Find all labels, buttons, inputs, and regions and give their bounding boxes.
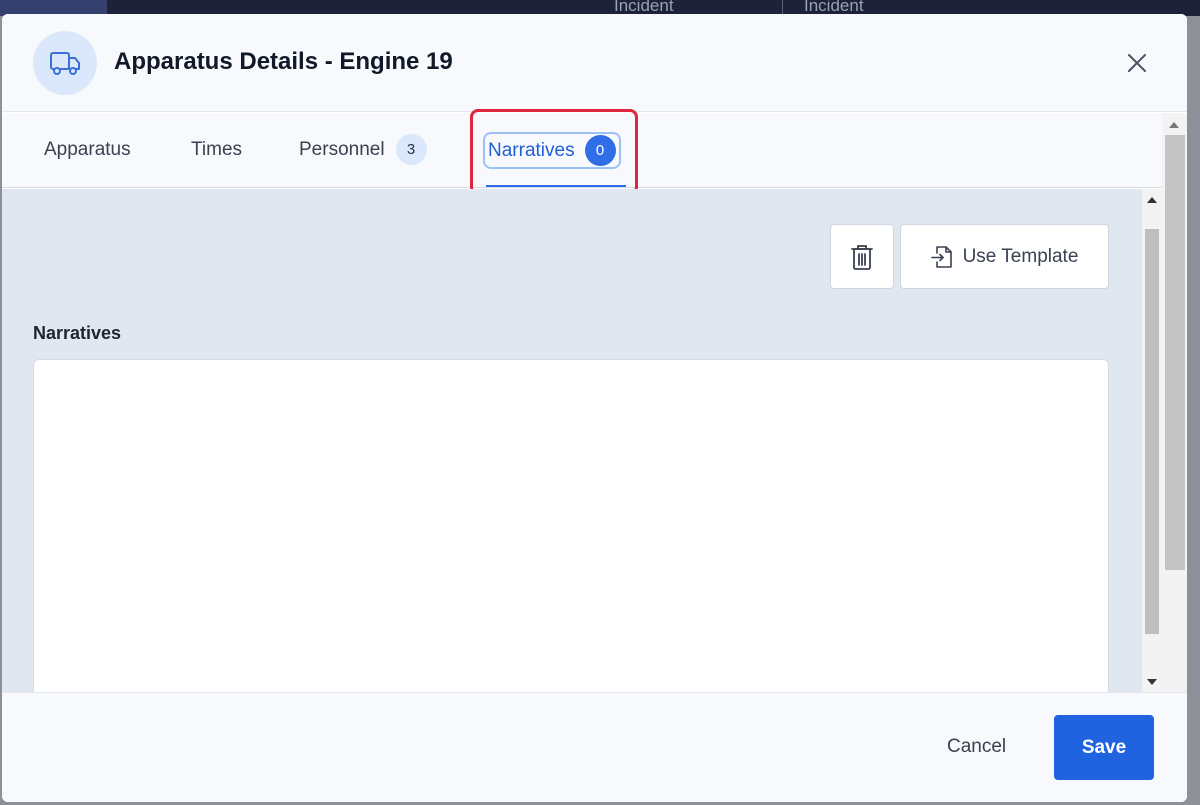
tab-times[interactable]: Times xyxy=(191,139,242,161)
scrollbar-thumb[interactable] xyxy=(1145,229,1159,634)
narratives-label: Narratives xyxy=(33,323,122,343)
scroll-down-arrow-icon[interactable] xyxy=(1147,679,1157,685)
tab-label: Narratives xyxy=(488,139,575,161)
tab-count-badge: 3 xyxy=(395,134,427,165)
save-button[interactable]: Save xyxy=(1054,715,1154,780)
cancel-button[interactable]: Cancel xyxy=(947,736,1006,758)
use-template-button[interactable]: Use Template xyxy=(900,224,1109,289)
tab-label: Times xyxy=(191,139,243,160)
content-scrollbar[interactable] xyxy=(1142,189,1162,693)
scroll-up-arrow-icon[interactable] xyxy=(1147,197,1157,203)
tab-count-badge: 0 xyxy=(584,135,616,166)
delete-button[interactable] xyxy=(830,224,894,289)
narratives-textarea[interactable] xyxy=(33,359,1109,699)
tab-personnel[interactable]: Personnel 3 xyxy=(299,134,427,165)
active-tab-indicator xyxy=(486,185,626,187)
tab-label: Apparatus xyxy=(44,139,131,160)
scroll-up-arrow-icon[interactable] xyxy=(1169,122,1179,128)
narratives-panel: Use Template Narratives xyxy=(2,189,1162,699)
tab-apparatus[interactable]: Apparatus xyxy=(44,139,131,161)
file-import-icon xyxy=(930,245,952,268)
trash-icon xyxy=(851,244,873,270)
modal-title: Apparatus Details - Engine 19 xyxy=(114,48,453,75)
modal-scrollbar[interactable] xyxy=(1162,113,1187,693)
modal-footer: Cancel Save xyxy=(2,692,1187,802)
truck-icon xyxy=(33,31,97,95)
close-icon[interactable] xyxy=(1124,50,1150,76)
tab-label: Personnel xyxy=(299,138,385,160)
apparatus-details-modal: Apparatus Details - Engine 19 Apparatus … xyxy=(2,14,1187,802)
background-divider xyxy=(782,0,783,14)
tab-bar: Apparatus Times Personnel 3 Narratives 0 xyxy=(2,109,1162,195)
tab-narratives[interactable]: Narratives 0 xyxy=(483,132,621,169)
use-template-label: Use Template xyxy=(962,245,1079,267)
modal-header: Apparatus Details - Engine 19 xyxy=(2,14,1187,112)
scrollbar-thumb[interactable] xyxy=(1165,135,1185,570)
